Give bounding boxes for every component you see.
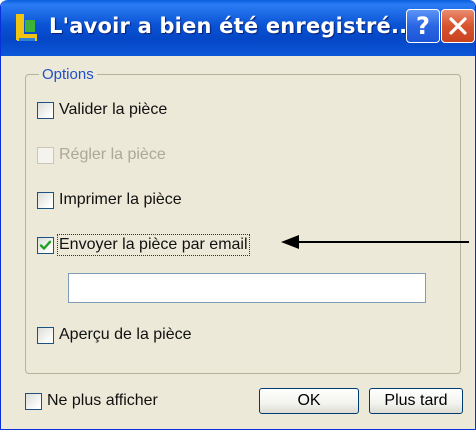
email-checkbox[interactable] (37, 236, 54, 254)
email-address-input[interactable] (68, 273, 426, 303)
dont-show-label: Ne plus afficher (47, 392, 158, 409)
option-pay: Régler la pièce (37, 144, 166, 166)
validate-checkbox[interactable] (37, 101, 54, 119)
pay-label: Régler la pièce (59, 146, 166, 163)
help-button[interactable]: ? (406, 9, 440, 43)
window-title: L'avoir a bien été enregistré... (49, 14, 416, 38)
dialog-window: L'avoir a bien été enregistré... ? Optio… (0, 0, 476, 430)
option-preview[interactable]: Aperçu de la pièce (37, 324, 192, 346)
validate-label: Valider la pièce (59, 101, 168, 118)
option-email[interactable]: Envoyer la pièce par email (37, 234, 250, 256)
ok-button[interactable]: OK (259, 388, 359, 414)
arrow-left-icon (281, 235, 469, 249)
preview-checkbox[interactable] (37, 326, 54, 344)
app-icon (16, 14, 37, 41)
email-label: Envoyer la pièce par email (57, 234, 250, 256)
option-print[interactable]: Imprimer la pièce (37, 189, 182, 211)
close-icon (449, 17, 467, 35)
checkmark-icon (39, 240, 52, 250)
dont-show-option[interactable]: Ne plus afficher (25, 390, 158, 412)
option-validate[interactable]: Valider la pièce (37, 99, 167, 121)
later-button[interactable]: Plus tard (369, 388, 463, 414)
print-label: Imprimer la pièce (59, 191, 182, 208)
close-button[interactable] (441, 9, 475, 43)
dont-show-checkbox[interactable] (25, 392, 42, 410)
pay-checkbox (37, 146, 54, 164)
print-checkbox[interactable] (37, 191, 54, 209)
preview-label: Aperçu de la pièce (59, 326, 192, 343)
title-bar[interactable]: L'avoir a bien été enregistré... ? (1, 0, 475, 56)
options-group-label: Options (39, 66, 97, 83)
